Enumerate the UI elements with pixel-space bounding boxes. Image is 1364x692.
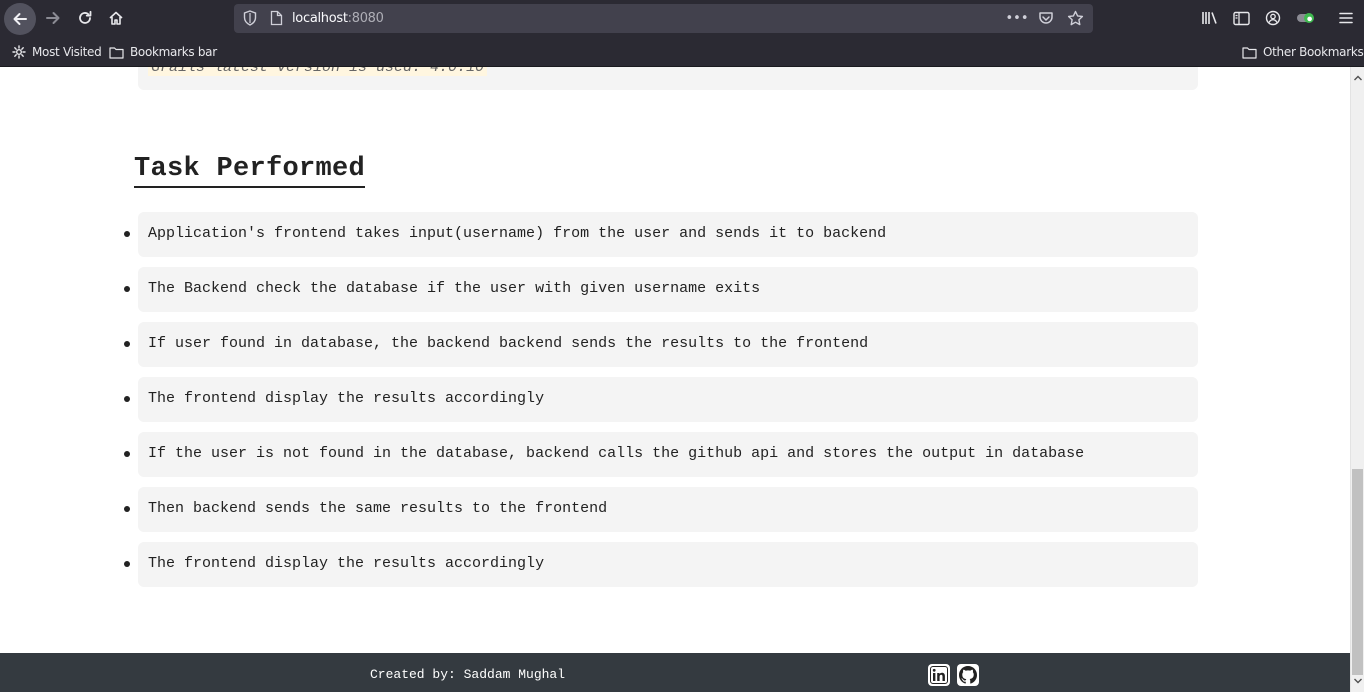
reload-icon [79,10,92,24]
address-bar[interactable]: localhost:8080 ••• [234,4,1093,33]
browser-toolbar: localhost:8080 ••• ● [0,0,1364,37]
task-item: The frontend display the results accordi… [124,542,1198,587]
url-port: :8080 [347,11,384,26]
task-text: If user found in database, the backend b… [148,335,869,352]
scroll-up-icon[interactable] [1353,69,1363,87]
task-text: The frontend display the results accordi… [148,555,545,572]
bookmark-label: Bookmarks bar [130,45,217,59]
url-actions: ••• [1006,7,1085,29]
scrollbar-thumb[interactable] [1352,469,1363,675]
linkedin-icon[interactable] [928,664,950,686]
back-button[interactable] [4,3,36,35]
page-actions-icon[interactable]: ••• [1006,7,1029,29]
bookmark-label: Most Visited [32,45,102,59]
bookmark-folder-bookmarks-bar[interactable]: Bookmarks bar [109,45,217,59]
footer-credit: Created by: Saddam Mughal [370,667,566,682]
sidebar-icon[interactable] [1233,8,1250,28]
section-title: Task Performed [134,153,366,188]
vertical-scrollbar[interactable] [1350,67,1364,692]
bookmarks-bar: Most Visited Bookmarks bar Other Bookmar… [0,37,1364,67]
bookmark-most-visited[interactable]: Most Visited [12,45,102,59]
gear-icon [12,45,26,59]
task-item: Then backend sends the same results to t… [124,487,1198,532]
arrow-left-icon [13,13,27,25]
url-text[interactable]: localhost:8080 [292,11,384,26]
task-list: Application's frontend takes input(usern… [124,212,1198,597]
task-text: If the user is not found in the database… [148,445,1085,462]
task-text: The Backend check the database if the us… [148,280,761,297]
page-content: Grails latest version is used: 4.0.10 Ta… [0,67,1350,653]
bookmark-label: Other Bookmarks [1263,45,1364,59]
menu-icon[interactable] [1338,8,1354,28]
library-icon[interactable] [1201,8,1219,28]
home-button[interactable] [101,4,131,32]
folder-icon [109,46,124,59]
bookmark-star-icon[interactable] [1065,7,1085,29]
task-item: Application's frontend takes input(usern… [124,212,1198,257]
scroll-down-icon[interactable] [1353,672,1363,690]
pocket-icon[interactable] [1036,7,1056,29]
url-host: localhost [292,11,348,26]
home-icon [109,11,123,25]
extension-toggle-icon[interactable]: ● [1296,8,1316,28]
forward-button[interactable] [38,4,68,32]
arrow-right-icon [46,12,60,24]
account-icon[interactable] [1265,8,1281,28]
reload-button[interactable] [70,4,100,32]
shield-icon[interactable] [243,10,257,31]
task-text: Application's frontend takes input(usern… [148,225,887,242]
task-text: The frontend display the results accordi… [148,390,545,407]
bookmark-folder-other[interactable]: Other Bookmarks [1242,45,1364,59]
page-info-icon[interactable] [270,10,283,31]
task-text: Then backend sends the same results to t… [148,500,608,517]
task-item: The frontend display the results accordi… [124,377,1198,422]
folder-icon [1242,46,1257,59]
task-item: The Backend check the database if the us… [124,267,1198,312]
github-icon[interactable] [957,664,979,686]
previous-item-code: Grails latest version is used: 4.0.10 [148,67,488,76]
task-item: If user found in database, the backend b… [124,322,1198,367]
task-item: If the user is not found in the database… [124,432,1198,477]
page-footer: Created by: Saddam Mughal [0,653,1350,692]
svg-text:●: ● [1307,16,1312,23]
previous-list-item: Grails latest version is used: 4.0.10 [138,67,1198,90]
